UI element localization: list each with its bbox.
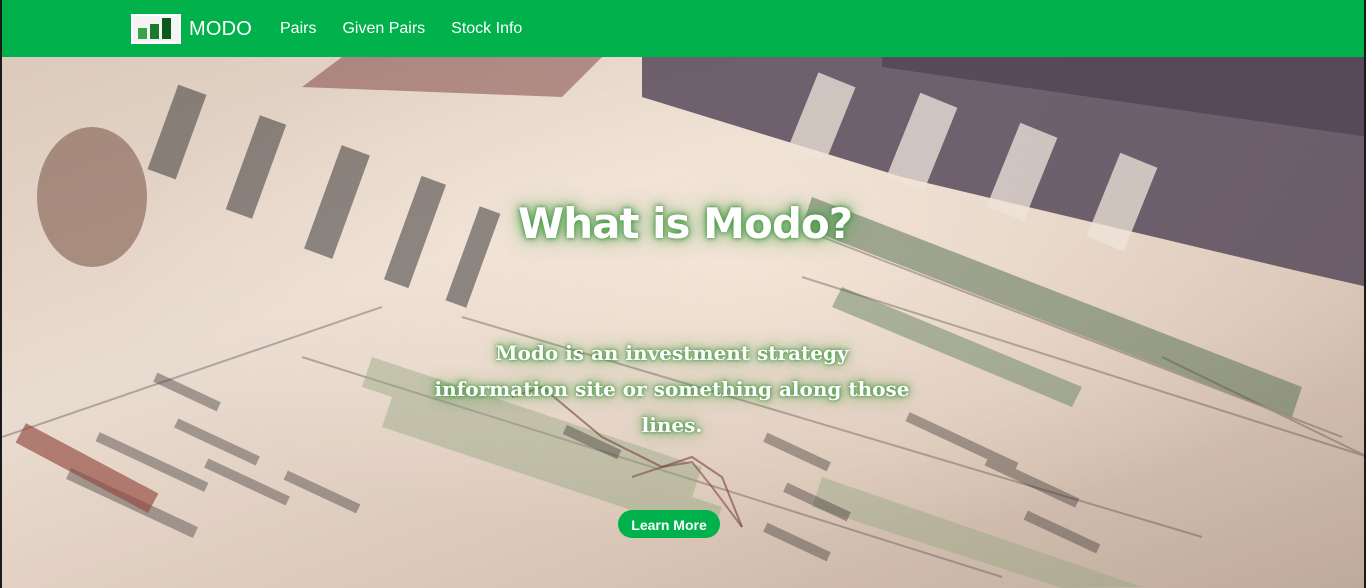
hero-title: What is Modo? (517, 199, 853, 248)
hero-section: What is Modo? Modo is an investment stra… (0, 57, 1366, 588)
nav-link-pairs[interactable]: Pairs (280, 20, 316, 38)
nav-link-given-pairs[interactable]: Given Pairs (342, 20, 425, 38)
learn-more-button[interactable]: Learn More (618, 510, 720, 538)
nav-links: Pairs Given Pairs Stock Info (280, 0, 548, 57)
top-navbar: MODO Pairs Given Pairs Stock Info (0, 0, 1366, 57)
brand-link[interactable]: MODO (131, 14, 252, 44)
hero-description: Modo is an investment strategy informati… (434, 341, 910, 437)
brand-name: MODO (189, 18, 253, 40)
bar-chart-logo-icon (131, 14, 181, 44)
nav-link-stock-info[interactable]: Stock Info (451, 20, 522, 38)
hero-content: What is Modo? Modo is an investment stra… (2, 57, 1364, 588)
